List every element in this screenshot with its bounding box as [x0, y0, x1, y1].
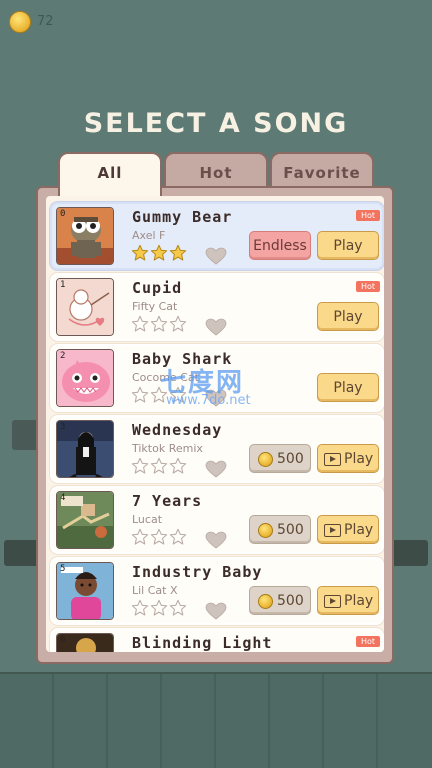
song-row-7-years[interactable]: 4 7 Years Lucat 500 Play — [52, 488, 382, 552]
album-cover: 3 — [56, 420, 114, 478]
star-empty-icon — [169, 457, 187, 474]
unlock-with-coins-button[interactable]: 500 — [249, 586, 311, 615]
song-index: 2 — [60, 351, 66, 361]
song-title: Gummy Bear — [132, 208, 233, 226]
favorite-heart-icon[interactable] — [205, 247, 227, 265]
song-list[interactable]: 0 Gummy Bear Axel F Hot Endless Play 1 C… — [46, 196, 384, 652]
song-index: 1 — [60, 280, 66, 290]
song-row-cupid[interactable]: 1 Cupid Fifty Cat Hot Play — [52, 275, 382, 339]
play-button[interactable]: Play — [317, 302, 379, 331]
video-ad-icon — [324, 524, 341, 537]
star-filled-icon — [169, 244, 187, 261]
song-title: Industry Baby — [132, 563, 263, 581]
song-index: 3 — [60, 422, 66, 432]
watch-ad-play-button[interactable]: Play — [317, 515, 379, 544]
play-label: Play — [344, 522, 374, 538]
coin-icon — [258, 452, 273, 467]
video-ad-icon — [324, 453, 341, 466]
star-empty-icon — [131, 528, 149, 545]
hot-badge: Hot — [356, 281, 380, 292]
star-filled-icon — [131, 244, 149, 261]
star-empty-icon — [131, 457, 149, 474]
play-label: Play — [344, 451, 374, 467]
album-cover: 1 — [56, 278, 114, 336]
song-index: 4 — [60, 493, 66, 503]
hot-badge: Hot — [356, 210, 380, 221]
play-button[interactable]: Play — [317, 231, 379, 260]
song-row-gummy-bear[interactable]: 0 Gummy Bear Axel F Hot Endless Play — [52, 204, 382, 268]
song-title: 7 Years — [132, 492, 203, 510]
watermark-url: www.7do.net — [166, 393, 251, 408]
song-artist: Fifty Cat — [132, 300, 178, 313]
star-rating — [131, 457, 188, 475]
album-cover: 5 — [56, 562, 114, 620]
song-row-industry-baby[interactable]: 5 Industry Baby Lil Cat X 500 Play — [52, 559, 382, 623]
song-index: 6 — [60, 635, 66, 645]
star-empty-icon — [131, 315, 149, 332]
star-rating — [131, 315, 188, 333]
song-index: 0 — [60, 209, 66, 219]
star-empty-icon — [150, 457, 168, 474]
favorite-heart-icon[interactable] — [205, 531, 227, 549]
star-empty-icon — [150, 599, 168, 616]
star-empty-icon — [169, 528, 187, 545]
star-rating — [131, 528, 188, 546]
album-cover: 6 — [56, 633, 114, 652]
tab-all[interactable]: All — [58, 152, 162, 196]
watch-ad-play-button[interactable]: Play — [317, 586, 379, 615]
song-title: Wednesday — [132, 421, 223, 439]
background-floor — [0, 672, 432, 768]
star-rating — [131, 599, 188, 617]
song-artist: Axel F — [132, 229, 166, 242]
song-index: 5 — [60, 564, 66, 574]
favorite-heart-icon[interactable] — [205, 460, 227, 478]
endless-button[interactable]: Endless — [249, 231, 311, 260]
hot-badge: Hot — [356, 636, 380, 647]
song-row-wednesday[interactable]: 3 Wednesday Tiktok Remix 500 Play — [52, 417, 382, 481]
favorite-heart-icon[interactable] — [205, 318, 227, 336]
star-empty-icon — [131, 386, 149, 403]
album-cover: 2 — [56, 349, 114, 407]
coin-price: 500 — [277, 451, 304, 467]
play-button[interactable]: Play — [317, 373, 379, 402]
video-ad-icon — [324, 595, 341, 608]
coin-price: 500 — [277, 593, 304, 609]
song-title: Cupid — [132, 279, 183, 297]
background-shelf-right — [392, 540, 428, 566]
song-list-panel: 0 Gummy Bear Axel F Hot Endless Play 1 C… — [36, 186, 394, 664]
star-empty-icon — [131, 599, 149, 616]
star-empty-icon — [150, 315, 168, 332]
coin-price: 500 — [277, 522, 304, 538]
coin-icon — [258, 594, 273, 609]
song-artist: Tiktok Remix — [132, 442, 203, 455]
favorite-heart-icon[interactable] — [205, 602, 227, 620]
star-rating — [131, 244, 188, 262]
song-title: Blinding Light — [132, 634, 273, 652]
watch-ad-play-button[interactable]: Play — [317, 444, 379, 473]
song-row-blinding-light[interactable]: 6 Blinding Light Hot — [52, 630, 382, 652]
unlock-with-coins-button[interactable]: 500 — [249, 515, 311, 544]
page-title: SELECT A SONG — [83, 108, 349, 139]
album-cover: 4 — [56, 491, 114, 549]
unlock-with-coins-button[interactable]: 500 — [249, 444, 311, 473]
star-filled-icon — [150, 244, 168, 261]
star-empty-icon — [169, 315, 187, 332]
coin-icon — [9, 11, 31, 33]
play-label: Play — [344, 593, 374, 609]
star-empty-icon — [169, 599, 187, 616]
star-empty-icon — [150, 528, 168, 545]
coin-count: 72 — [37, 14, 54, 29]
song-artist: Lil Cat X — [132, 584, 178, 597]
coin-icon — [258, 523, 273, 538]
song-artist: Lucat — [132, 513, 163, 526]
album-cover: 0 — [56, 207, 114, 265]
